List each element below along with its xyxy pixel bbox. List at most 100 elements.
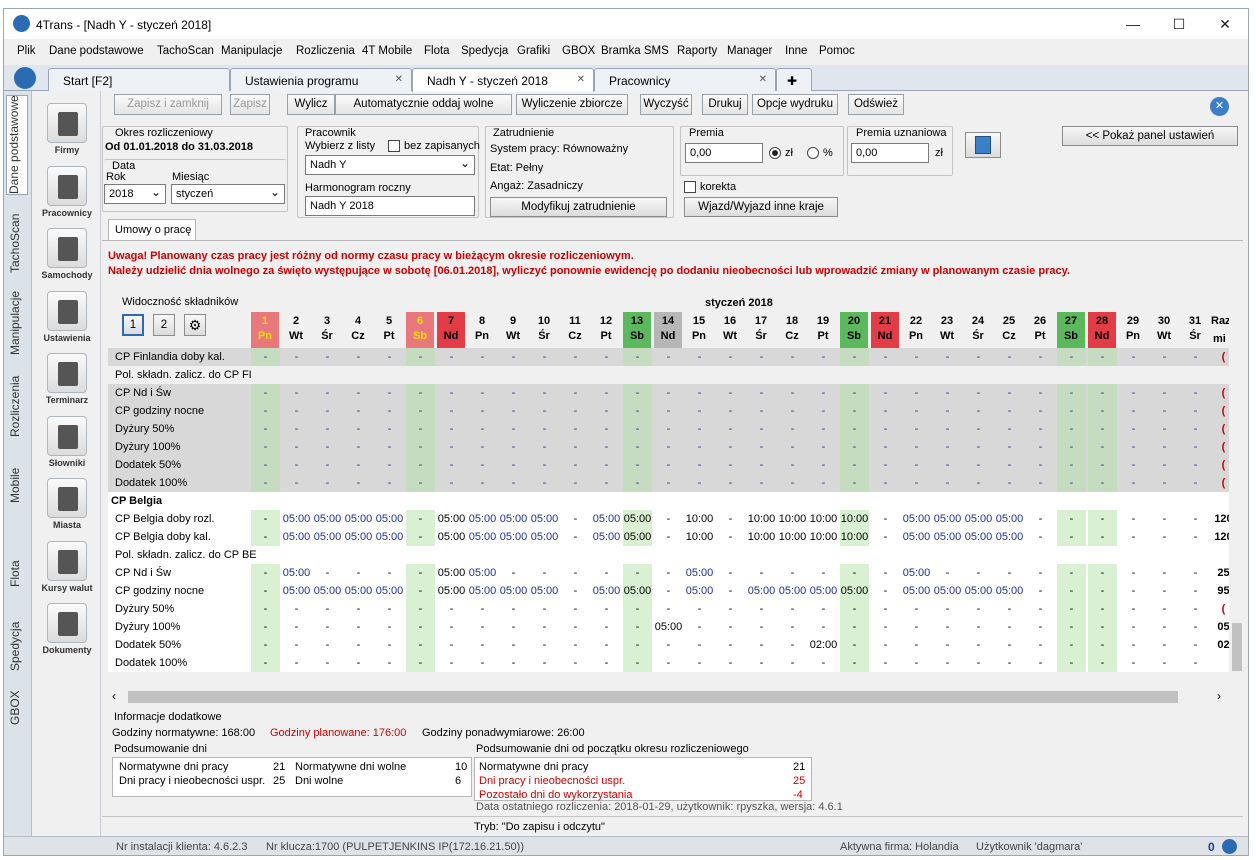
- grid-cell[interactable]: -: [932, 477, 963, 489]
- grid-cell[interactable]: -: [1118, 621, 1149, 633]
- grid-cell[interactable]: -: [436, 657, 467, 669]
- calculator-button[interactable]: [965, 132, 1001, 158]
- visibility-2-button[interactable]: 2: [153, 314, 175, 336]
- grid-cell[interactable]: -: [839, 657, 870, 669]
- grid-cell[interactable]: 05:00: [281, 585, 312, 597]
- grid-cell[interactable]: -: [374, 603, 405, 615]
- grid-cell[interactable]: -: [1118, 459, 1149, 471]
- close-tab-icon[interactable]: ✕: [395, 74, 403, 85]
- grid-cell[interactable]: 05:00: [963, 513, 994, 525]
- grid-cell[interactable]: -: [653, 639, 684, 651]
- grid-cell[interactable]: -: [932, 387, 963, 399]
- grid-cell[interactable]: -: [839, 459, 870, 471]
- grid-cell[interactable]: -: [808, 477, 839, 489]
- grid-cell[interactable]: -: [746, 405, 777, 417]
- grid-cell[interactable]: -: [343, 423, 374, 435]
- grid-cell[interactable]: -: [839, 639, 870, 651]
- grid-cell[interactable]: -: [250, 351, 281, 363]
- grid-cell[interactable]: -: [436, 441, 467, 453]
- grid-cell[interactable]: 10:00: [777, 531, 808, 543]
- grid-cell[interactable]: -: [250, 639, 281, 651]
- grid-cell[interactable]: -: [653, 513, 684, 525]
- grid-cell[interactable]: -: [622, 477, 653, 489]
- grid-cell[interactable]: -: [653, 603, 684, 615]
- grid-cell[interactable]: -: [1025, 459, 1056, 471]
- grid-cell[interactable]: -: [498, 405, 529, 417]
- grid-cell[interactable]: -: [1025, 351, 1056, 363]
- tab-nadh[interactable]: Nadh Y - styczeń 2018 ✕: [412, 68, 594, 92]
- grid-cell[interactable]: -: [529, 459, 560, 471]
- side-tab-2[interactable]: Manipulacje: [8, 283, 22, 355]
- grid-cell[interactable]: -: [560, 477, 591, 489]
- side-tab-5[interactable]: Flota: [8, 531, 22, 587]
- grid-cell[interactable]: -: [963, 621, 994, 633]
- grid-cell[interactable]: -: [932, 405, 963, 417]
- grid-cell[interactable]: -: [746, 603, 777, 615]
- grid-cell[interactable]: -: [405, 387, 436, 399]
- employee-select[interactable]: Nadh Y: [305, 155, 475, 175]
- grid-cell[interactable]: -: [1056, 621, 1087, 633]
- menu-0[interactable]: Plik: [17, 45, 36, 57]
- grid-cell[interactable]: -: [1149, 423, 1180, 435]
- side-button-2[interactable]: Samochody: [37, 228, 97, 290]
- grid-cell[interactable]: -: [436, 477, 467, 489]
- grid-cell[interactable]: -: [405, 477, 436, 489]
- menu-6[interactable]: Flota: [424, 45, 450, 57]
- grid-cell[interactable]: 05:00: [684, 585, 715, 597]
- grid-cell[interactable]: -: [870, 405, 901, 417]
- grid-cell[interactable]: -: [932, 603, 963, 615]
- grid-cell[interactable]: -: [715, 639, 746, 651]
- grid-cell[interactable]: -: [281, 477, 312, 489]
- grid-cell[interactable]: -: [684, 351, 715, 363]
- grid-cell[interactable]: 05:00: [343, 585, 374, 597]
- grid-cell[interactable]: -: [1087, 531, 1118, 543]
- grid-cell[interactable]: -: [994, 441, 1025, 453]
- grid-cell[interactable]: -: [715, 351, 746, 363]
- grid-cell[interactable]: -: [808, 621, 839, 633]
- maximize-icon[interactable]: ☐: [1156, 9, 1202, 39]
- grid-cell[interactable]: -: [1180, 513, 1211, 525]
- grid-cell[interactable]: -: [1180, 657, 1211, 669]
- grid-cell[interactable]: -: [932, 441, 963, 453]
- grid-cell[interactable]: -: [1180, 405, 1211, 417]
- grid-cell[interactable]: -: [653, 441, 684, 453]
- grid-cell[interactable]: 10:00: [777, 513, 808, 525]
- grid-cell[interactable]: -: [1087, 477, 1118, 489]
- clear-button[interactable]: Wyczyść: [640, 94, 692, 115]
- grid-cell[interactable]: -: [498, 459, 529, 471]
- grid-cell[interactable]: -: [839, 351, 870, 363]
- grid-cell[interactable]: -: [653, 351, 684, 363]
- grid-cell[interactable]: -: [467, 477, 498, 489]
- grid-cell[interactable]: -: [529, 621, 560, 633]
- grid-cell[interactable]: -: [374, 477, 405, 489]
- grid-cell[interactable]: 05:00: [963, 585, 994, 597]
- grid-cell[interactable]: 10:00: [808, 531, 839, 543]
- grid-cell[interactable]: -: [715, 459, 746, 471]
- grid-cell[interactable]: -: [560, 459, 591, 471]
- grid-cell[interactable]: -: [281, 423, 312, 435]
- grid-cell[interactable]: -: [591, 657, 622, 669]
- tab-settings[interactable]: Ustawienia programu ✕: [230, 68, 412, 91]
- close-panel-icon[interactable]: ✕: [1210, 97, 1229, 116]
- grid-cell[interactable]: -: [746, 657, 777, 669]
- grid-cell[interactable]: -: [1149, 585, 1180, 597]
- print-button[interactable]: Drukuj: [702, 94, 748, 115]
- grid-cell[interactable]: -: [1087, 441, 1118, 453]
- grid-cell[interactable]: -: [1149, 351, 1180, 363]
- grid-cell[interactable]: -: [374, 459, 405, 471]
- grid-cell[interactable]: 05:00: [746, 585, 777, 597]
- grid-cell[interactable]: -: [1056, 423, 1087, 435]
- grid-cell[interactable]: -: [653, 387, 684, 399]
- grid-cell[interactable]: -: [591, 441, 622, 453]
- grid-cell[interactable]: -: [498, 351, 529, 363]
- bonus-pct-radio[interactable]: [807, 147, 819, 159]
- grid-cell[interactable]: 05:00: [281, 567, 312, 579]
- grid-cell[interactable]: -: [312, 387, 343, 399]
- schedule-field[interactable]: Nadh Y 2018: [305, 196, 475, 216]
- grid-cell[interactable]: 05:00: [932, 531, 963, 543]
- grid-cell[interactable]: -: [343, 567, 374, 579]
- grid-settings-button[interactable]: ⚙: [184, 314, 206, 336]
- grid-cell[interactable]: -: [560, 441, 591, 453]
- tab-start[interactable]: Start [F2]: [48, 68, 230, 91]
- grid-cell[interactable]: -: [591, 405, 622, 417]
